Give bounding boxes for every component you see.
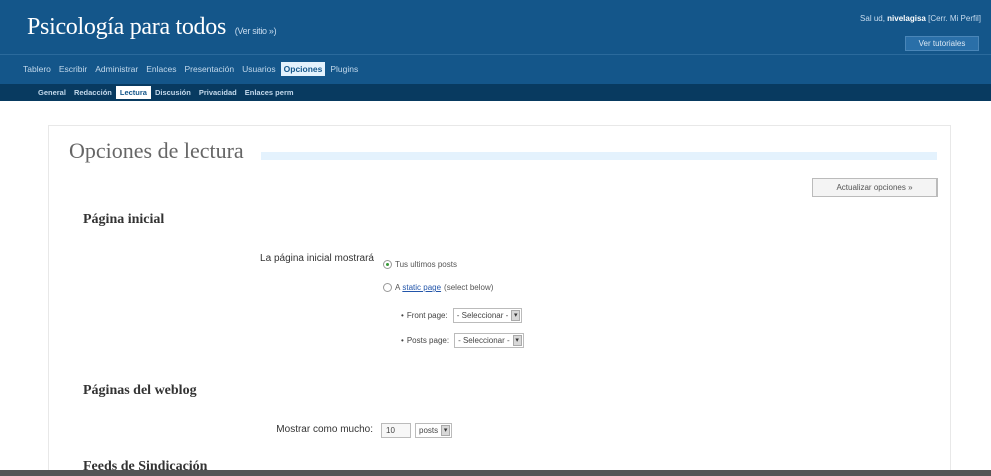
tutorials-button[interactable]: Ver tutoriales — [905, 36, 979, 51]
front-page-select[interactable]: - Seleccionar - ▾ — [452, 308, 523, 323]
username[interactable]: nivelagisa — [887, 14, 926, 23]
posts-unit-select[interactable]: posts ▾ — [415, 423, 453, 438]
blog-pages-heading: Páginas del weblog — [83, 383, 197, 398]
update-options-button[interactable]: Actualizar opciones » — [812, 178, 938, 197]
radio-icon[interactable] — [383, 260, 392, 269]
radio-static-suffix: (select below) — [444, 283, 494, 292]
site-title-text[interactable]: Psicología para todos — [27, 14, 226, 40]
greeting: Sal ud, — [860, 14, 885, 23]
posts-page-select-value[interactable]: - Seleccionar - — [458, 336, 510, 345]
radio-icon[interactable] — [383, 283, 392, 292]
menu-tab-usuarios[interactable]: Usuarios — [239, 62, 279, 76]
menu-tab-tablero[interactable]: Tablero — [20, 62, 54, 76]
bottom-border — [0, 470, 991, 476]
site-title[interactable]: Psicología para todos (Ver sitio ») — [27, 14, 277, 41]
submenu-tab-general[interactable]: General — [34, 86, 70, 99]
front-page-heading: Página inicial — [83, 212, 165, 227]
title-divider — [261, 152, 937, 160]
bullet-icon: • — [401, 336, 404, 345]
radio-row-latest[interactable]: Tus ultimos posts — [383, 260, 457, 269]
dropdown-arrow-icon[interactable]: ▾ — [441, 425, 451, 436]
submenu-tab-discusion[interactable]: Discusión — [151, 86, 195, 99]
dropdown-arrow-icon[interactable]: ▾ — [512, 335, 522, 346]
posts-per-page-label: Mostrar como mucho: — [276, 424, 373, 435]
radio-static-prefix[interactable]: A — [395, 283, 400, 292]
page-title: Opciones de lectura — [69, 138, 244, 163]
menu-tab-presentacion[interactable]: Presentación — [181, 62, 237, 76]
radio-latest-label[interactable]: Tus ultimos posts — [395, 260, 457, 269]
front-page-select-label: Front page: — [406, 311, 448, 320]
menu-tab-enlaces[interactable]: Enlaces — [143, 62, 179, 76]
sub-menu: General Redacción Lectura Discusión Privacid… — [0, 84, 991, 101]
view-site-link[interactable]: (Ver sitio ») — [235, 26, 277, 36]
submenu-tab-privacidad[interactable]: Privacidad — [195, 86, 241, 99]
menu-tab-opciones[interactable]: Opciones — [280, 62, 326, 76]
dropdown-arrow-icon[interactable]: ▾ — [511, 310, 521, 321]
front-page-select-row: • Front page: - Seleccionar - ▾ — [401, 308, 523, 323]
posts-page-select[interactable]: - Seleccionar - ▾ — [454, 333, 524, 348]
user-links[interactable]: [Cerr. Mi Perfil] — [928, 14, 981, 23]
bullet-icon: • — [401, 311, 404, 320]
static-page-link[interactable]: static page — [402, 283, 441, 292]
front-page-label: La página inicial mostrará — [260, 253, 374, 264]
user-info: Sal ud, nivelagisa [Cerr. Mi Perfil] — [860, 14, 981, 23]
submenu-tab-lectura[interactable]: Lectura — [115, 86, 151, 99]
radio-row-static[interactable]: A static page (select below) — [383, 283, 493, 292]
posts-per-page-input[interactable]: 10 — [381, 423, 411, 438]
content-wrap: Opciones de lectura Actualizar opciones … — [48, 125, 951, 476]
sub-menu-list: General Redacción Lectura Discusión Privacid… — [34, 86, 298, 99]
menu-tab-escribir[interactable]: Escribir — [56, 62, 90, 76]
posts-unit-value[interactable]: posts — [419, 426, 438, 435]
main-menu: Tablero Escribir Administrar Enlaces Present… — [0, 54, 991, 84]
front-page-select-value[interactable]: - Seleccionar - — [457, 311, 509, 320]
menu-tab-administrar[interactable]: Administrar — [92, 62, 141, 76]
submenu-tab-enlaces-perm[interactable]: Enlaces perm — [241, 86, 298, 99]
posts-page-select-label: Posts page: — [406, 336, 450, 345]
admin-header: Psicología para todos (Ver sitio ») Sal … — [0, 0, 991, 54]
posts-page-select-row: • Posts page: - Seleccionar - ▾ — [401, 333, 524, 348]
submenu-tab-redaccion[interactable]: Redacción — [70, 86, 116, 99]
menu-tab-plugins[interactable]: Plugins — [327, 62, 361, 76]
main-menu-list: Tablero Escribir Administrar Enlaces Present… — [20, 62, 363, 76]
